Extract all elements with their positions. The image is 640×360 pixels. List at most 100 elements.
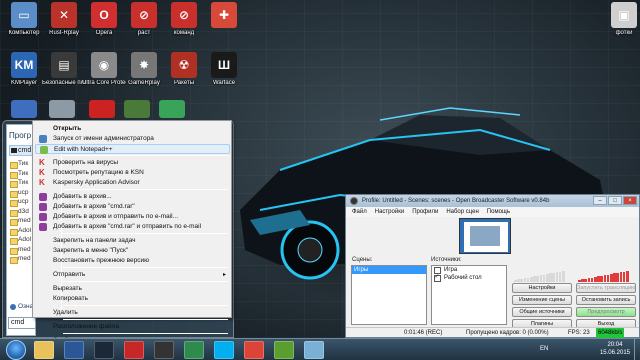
desktop-icon[interactable]: KM KMPlayer bbox=[2, 52, 46, 87]
menu-separator bbox=[63, 233, 228, 234]
obs-menu-item[interactable]: Набор сцен bbox=[446, 209, 478, 215]
settings-button[interactable]: Настройки bbox=[512, 283, 572, 293]
obs-icon[interactable] bbox=[154, 341, 174, 359]
context-menu-item[interactable]: Добавить в архив и отправить по e-mail..… bbox=[35, 212, 230, 222]
word-icon[interactable] bbox=[64, 341, 84, 359]
obs-menu-item[interactable]: Файл bbox=[352, 209, 367, 215]
preview-button[interactable]: Предпросмотр bbox=[576, 307, 636, 317]
context-menu-item[interactable]: Отправить ▸ bbox=[35, 270, 230, 280]
obs-window: Profile: Untitled - Scenes: scenes - Ope… bbox=[345, 194, 640, 338]
desktop-icon[interactable]: ✸ GameRplay bbox=[122, 52, 166, 87]
app-icon: ✕ bbox=[51, 2, 77, 28]
maximize-button[interactable]: □ bbox=[608, 196, 622, 205]
sources-label: Источники: bbox=[431, 257, 462, 263]
source-item[interactable]: Игра bbox=[432, 266, 506, 274]
record-time: 0:01:46 (REC) bbox=[404, 330, 443, 336]
meter-bar bbox=[552, 272, 555, 282]
screenshot-icon[interactable] bbox=[304, 341, 324, 359]
show-desktop-button[interactable] bbox=[634, 339, 640, 360]
steam-icon[interactable] bbox=[94, 341, 114, 359]
start-search-input[interactable]: cmd bbox=[8, 317, 36, 329]
archive-icon bbox=[39, 213, 47, 221]
record-icon[interactable] bbox=[124, 341, 144, 359]
context-menu-item-label: Копировать bbox=[53, 295, 88, 302]
scenes-list[interactable]: Игры bbox=[351, 265, 427, 325]
desktop-icon-label: Ultra Core Protector bbox=[82, 80, 126, 86]
desktop-icon-partial[interactable] bbox=[40, 100, 84, 120]
context-menu-item[interactable]: Удалить bbox=[35, 308, 230, 318]
desktop-icon[interactable]: ▣ фотки bbox=[602, 2, 640, 37]
context-menu-item-label: Добавить в архив "cmd.rar" и отправить п… bbox=[53, 223, 202, 230]
obs-preview-thumbnail bbox=[459, 218, 511, 254]
desktop-icon[interactable]: ⊘ команд bbox=[162, 2, 206, 37]
desktop-icon[interactable]: O Opera bbox=[82, 2, 126, 37]
desktop-icon[interactable]: ▤ Безопасные платежи bbox=[42, 52, 86, 87]
context-menu-item[interactable]: Закрепить в меню "Пуск" bbox=[35, 246, 230, 256]
obs-menu-bar: Файл Настройки Профили Набор сцен Помощь bbox=[346, 207, 639, 217]
context-menu-item[interactable]: Edit with Notepad++ bbox=[35, 144, 230, 154]
context-menu-item[interactable]: Запуск от имени администратора bbox=[35, 134, 230, 144]
utorrent-icon[interactable] bbox=[274, 341, 294, 359]
context-menu-item[interactable]: Восстановить прежнюю версию bbox=[35, 256, 230, 266]
stop-recording-button[interactable]: Остановить запись bbox=[576, 295, 636, 305]
context-menu-item-label: Расположение файла bbox=[53, 323, 119, 330]
app-icon: ▣ bbox=[611, 2, 637, 28]
context-menu-item[interactable]: K Посмотреть репутацию в KSN bbox=[35, 168, 230, 178]
desktop-icon-partial[interactable] bbox=[150, 100, 194, 120]
desktop-icon[interactable]: ⊘ pacт bbox=[122, 2, 166, 37]
clock-time: 20:04 bbox=[607, 342, 623, 348]
edit-scene-button[interactable]: Изменение сцены bbox=[512, 295, 572, 305]
context-menu-item-label: Открыть bbox=[53, 125, 82, 132]
context-menu-item-label: Edit with Notepad++ bbox=[54, 146, 113, 153]
bitrate-readout: 6048kb/s bbox=[596, 328, 625, 338]
context-menu-item[interactable]: Добавить в архив... bbox=[35, 192, 230, 202]
language-indicator[interactable]: EN bbox=[540, 346, 548, 352]
skype-icon[interactable] bbox=[214, 341, 234, 359]
obs-app-icon bbox=[350, 197, 358, 205]
context-menu-item-label: Добавить в архив и отправить по e-mail..… bbox=[53, 213, 179, 220]
obs-menu-item[interactable]: Помощь bbox=[487, 209, 510, 215]
system-tray: EN 20:04 15.06.2015 bbox=[540, 339, 640, 360]
desktop-icon[interactable]: ▭ Компьютер bbox=[2, 2, 46, 37]
context-menu-item[interactable]: Копировать bbox=[35, 294, 230, 304]
obs-title-bar[interactable]: Profile: Untitled - Scenes: scenes - Ope… bbox=[346, 195, 639, 207]
scene-item[interactable]: Игры bbox=[352, 266, 426, 274]
desktop-icon[interactable]: ✚ bbox=[202, 2, 246, 30]
start-button[interactable] bbox=[6, 340, 26, 360]
meter-bar bbox=[626, 271, 629, 282]
source-item[interactable]: Рабочий стол bbox=[432, 273, 506, 282]
desktop-icon[interactable]: ✕ Rust-Rplay bbox=[42, 2, 86, 37]
context-menu-item[interactable]: Вырезать bbox=[35, 284, 230, 294]
meter-bar bbox=[542, 274, 546, 282]
menu-separator bbox=[63, 305, 228, 306]
context-menu-item[interactable]: Добавить в архив "cmd.rar" и отправить п… bbox=[35, 222, 230, 232]
sources-list[interactable]: Игра Рабочий стол bbox=[431, 265, 507, 325]
context-menu-item[interactable]: Закрепить на панели задач bbox=[35, 236, 230, 246]
desktop-icon[interactable]: Ш Warface bbox=[202, 52, 246, 87]
kaspersky-icon[interactable] bbox=[184, 341, 204, 359]
explorer-icon[interactable] bbox=[34, 341, 54, 359]
app-icon: O bbox=[91, 2, 117, 28]
context-menu-item-label: Закрепить в меню "Пуск" bbox=[53, 247, 129, 254]
minimize-button[interactable]: – bbox=[593, 196, 607, 205]
global-sources-button[interactable]: Общие источники bbox=[512, 307, 572, 317]
context-menu-item[interactable]: Расположение файла bbox=[35, 322, 230, 332]
desktop-icon-label: GameRplay bbox=[128, 80, 160, 86]
context-menu-item[interactable]: K Проверить на вирусы bbox=[35, 158, 230, 168]
chrome-icon[interactable] bbox=[244, 341, 264, 359]
close-button[interactable]: × bbox=[623, 196, 637, 205]
desktop-audio-meter bbox=[514, 270, 566, 282]
desktop-icon[interactable]: ☢ Ракеты bbox=[162, 52, 206, 87]
obs-menu-item[interactable]: Профили bbox=[412, 209, 438, 215]
obs-menu-item[interactable]: Настройки bbox=[375, 209, 404, 215]
desktop-icon[interactable]: ◉ Ultra Core Protector bbox=[82, 52, 126, 87]
start-stream-button[interactable]: Запустить трансляцию bbox=[576, 283, 636, 293]
dropped-frames: Пропущено кадров: 0 (0.00%) bbox=[466, 330, 549, 336]
app-icon: ⊘ bbox=[171, 2, 197, 28]
context-menu-item[interactable]: Открыть bbox=[35, 124, 230, 134]
context-menu-item[interactable]: Добавить в архив "cmd.rar" bbox=[35, 202, 230, 212]
context-menu-item-label: Kaspersky Application Advisor bbox=[53, 179, 140, 186]
clock[interactable]: 20:04 15.06.2015 bbox=[600, 341, 630, 357]
meter-bar bbox=[514, 280, 517, 282]
context-menu-item[interactable]: K Kaspersky Application Advisor bbox=[35, 178, 230, 188]
